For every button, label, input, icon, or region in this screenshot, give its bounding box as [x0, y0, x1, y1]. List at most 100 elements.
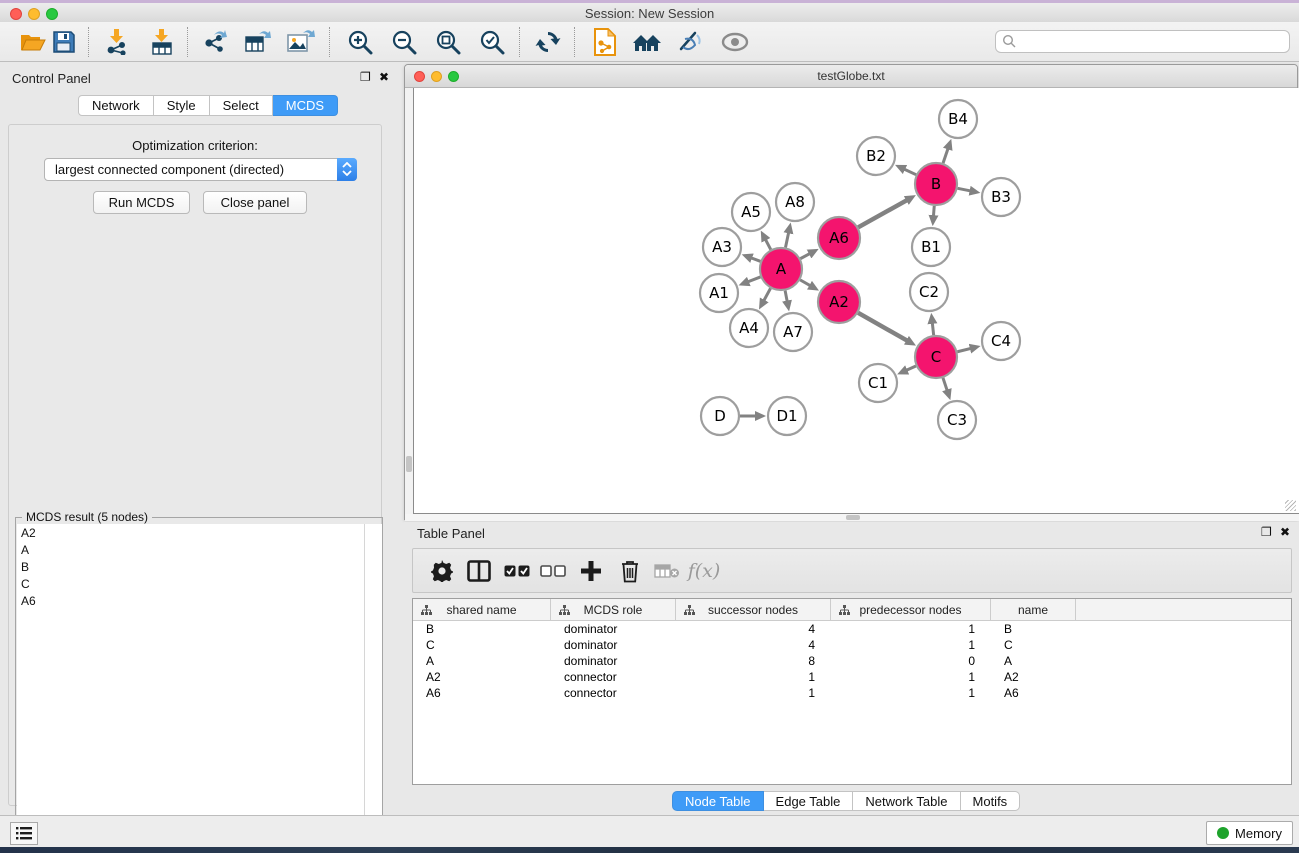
delete-column-icon[interactable]: [613, 555, 647, 587]
zoom-out-icon[interactable]: [387, 26, 421, 58]
table-cell[interactable]: 0: [831, 653, 991, 669]
tab-select[interactable]: Select: [210, 95, 273, 116]
close-panel-button[interactable]: Close panel: [203, 191, 307, 214]
close-panel-icon[interactable]: ✖: [1280, 525, 1290, 539]
table-row[interactable]: Cdominator41C: [413, 637, 1291, 653]
graph-edge-A-A2[interactable]: [800, 280, 812, 287]
graph-edge-B-B4[interactable]: [943, 146, 949, 163]
graph-edge-A-A3[interactable]: [749, 257, 760, 261]
table-cell[interactable]: 1: [831, 621, 991, 637]
graph-node-A4[interactable]: A4: [730, 309, 768, 347]
criterion-dropdown[interactable]: largest connected component (directed): [44, 158, 357, 181]
table-cell[interactable]: C: [413, 637, 551, 653]
graph-node-C2[interactable]: C2: [910, 273, 948, 311]
table-cell[interactable]: 1: [676, 669, 831, 685]
graph-edge-C-C2[interactable]: [932, 321, 934, 335]
scrollbar-thumb[interactable]: [406, 456, 412, 472]
column-header-predecessor-nodes[interactable]: predecessor nodes: [831, 599, 991, 621]
graph-node-D1[interactable]: D1: [768, 397, 806, 435]
table-cell[interactable]: A: [991, 653, 1076, 669]
network-vertical-scrollbar[interactable]: [405, 88, 413, 514]
graph-node-A[interactable]: A: [760, 248, 802, 290]
graph-edge-B-B1[interactable]: [933, 206, 934, 218]
tab-style[interactable]: Style: [154, 95, 210, 116]
table-cell[interactable]: A2: [413, 669, 551, 685]
graph-node-A8[interactable]: A8: [776, 183, 814, 221]
zoom-in-icon[interactable]: [343, 26, 377, 58]
close-panel-icon[interactable]: ✖: [379, 70, 389, 84]
network-window-titlebar[interactable]: testGlobe.txt: [405, 65, 1297, 88]
open-file-icon[interactable]: [16, 26, 50, 58]
column-header-MCDS-role[interactable]: MCDS role: [551, 599, 676, 621]
graph-edge-C-C1[interactable]: [904, 366, 915, 371]
import-network-icon[interactable]: [100, 26, 134, 58]
table-cell[interactable]: A: [413, 653, 551, 669]
table-cell[interactable]: 1: [831, 637, 991, 653]
table-row[interactable]: A6connector11A6: [413, 685, 1291, 701]
table-cell[interactable]: A6: [991, 685, 1076, 701]
tab-network-table[interactable]: Network Table: [853, 791, 960, 811]
table-row[interactable]: A2connector11A2: [413, 669, 1291, 685]
table-cell[interactable]: 4: [676, 637, 831, 653]
graph-edge-A2-C[interactable]: [858, 313, 909, 342]
mcds-result-item[interactable]: A2: [17, 524, 364, 541]
tab-mcds[interactable]: MCDS: [273, 95, 338, 116]
graph-node-D[interactable]: D: [701, 397, 739, 435]
graph-node-C[interactable]: C: [915, 336, 957, 378]
graph-edge-A-A1[interactable]: [746, 277, 760, 283]
select-all-checkboxes-icon[interactable]: [500, 555, 534, 587]
mcds-result-list[interactable]: A2ABCA6: [17, 524, 364, 853]
table-cell[interactable]: dominator: [551, 653, 676, 669]
graph-edge-B-B2[interactable]: [902, 168, 916, 174]
graph-node-C3[interactable]: C3: [938, 401, 976, 439]
graph-node-A1[interactable]: A1: [700, 274, 738, 312]
refresh-layout-icon[interactable]: [531, 26, 565, 58]
tab-edge-table[interactable]: Edge Table: [764, 791, 854, 811]
graph-edge-C-C3[interactable]: [943, 378, 948, 393]
float-window-icon[interactable]: ❐: [360, 70, 371, 84]
show-hide-graphics-icon[interactable]: [673, 26, 707, 58]
table-cell[interactable]: 1: [831, 669, 991, 685]
graph-node-A2[interactable]: A2: [818, 281, 860, 323]
graph-edge-C-C4[interactable]: [957, 348, 972, 352]
graph-node-A7[interactable]: A7: [774, 313, 812, 351]
tab-node-table[interactable]: Node Table: [672, 791, 764, 811]
graph-node-C4[interactable]: C4: [982, 322, 1020, 360]
table-row[interactable]: Bdominator41B: [413, 621, 1291, 637]
import-table-icon[interactable]: [145, 26, 179, 58]
add-column-icon[interactable]: [574, 555, 608, 587]
float-window-icon[interactable]: ❐: [1261, 525, 1272, 539]
graph-edge-A-A5[interactable]: [765, 238, 771, 250]
home-layout-icon[interactable]: [630, 26, 664, 58]
tab-motifs[interactable]: Motifs: [961, 791, 1021, 811]
table-cell[interactable]: A2: [991, 669, 1076, 685]
deselect-all-checkboxes-icon[interactable]: [536, 555, 570, 587]
graph-node-B3[interactable]: B3: [982, 178, 1020, 216]
table-cell[interactable]: 4: [676, 621, 831, 637]
network-horizontal-scrollbar[interactable]: [405, 514, 1299, 521]
export-network-icon[interactable]: [198, 26, 232, 58]
mcds-list-scrollbar[interactable]: [364, 524, 382, 853]
table-cell[interactable]: 1: [676, 685, 831, 701]
table-settings-gear-icon[interactable]: [425, 555, 459, 587]
graph-node-B1[interactable]: B1: [912, 228, 950, 266]
column-header-name[interactable]: name: [991, 599, 1076, 621]
graph-edge-A-A4[interactable]: [763, 288, 771, 302]
table-cell[interactable]: B: [413, 621, 551, 637]
scrollbar-thumb[interactable]: [846, 515, 860, 520]
table-cell[interactable]: A6: [413, 685, 551, 701]
table-cell[interactable]: connector: [551, 685, 676, 701]
table-cell[interactable]: dominator: [551, 621, 676, 637]
run-mcds-button[interactable]: Run MCDS: [93, 191, 190, 214]
window-resize-grip[interactable]: [1285, 500, 1296, 511]
network-canvas[interactable]: B4B2BB3A8A5A6B1A3AC2A1A2A4A7C4CC1C3DD1: [413, 88, 1299, 514]
network-graph[interactable]: B4B2BB3A8A5A6B1A3AC2A1A2A4A7C4CC1C3DD1: [414, 88, 1299, 514]
show-columns-icon[interactable]: [462, 555, 496, 587]
table-cell[interactable]: B: [991, 621, 1076, 637]
graph-edge-A-A8[interactable]: [785, 230, 789, 247]
show-panel-list-button[interactable]: [10, 822, 38, 845]
graph-node-C1[interactable]: C1: [859, 364, 897, 402]
column-header-successor-nodes[interactable]: successor nodes: [676, 599, 831, 621]
eye-icon[interactable]: [718, 26, 752, 58]
column-header-shared-name[interactable]: shared name: [413, 599, 551, 621]
